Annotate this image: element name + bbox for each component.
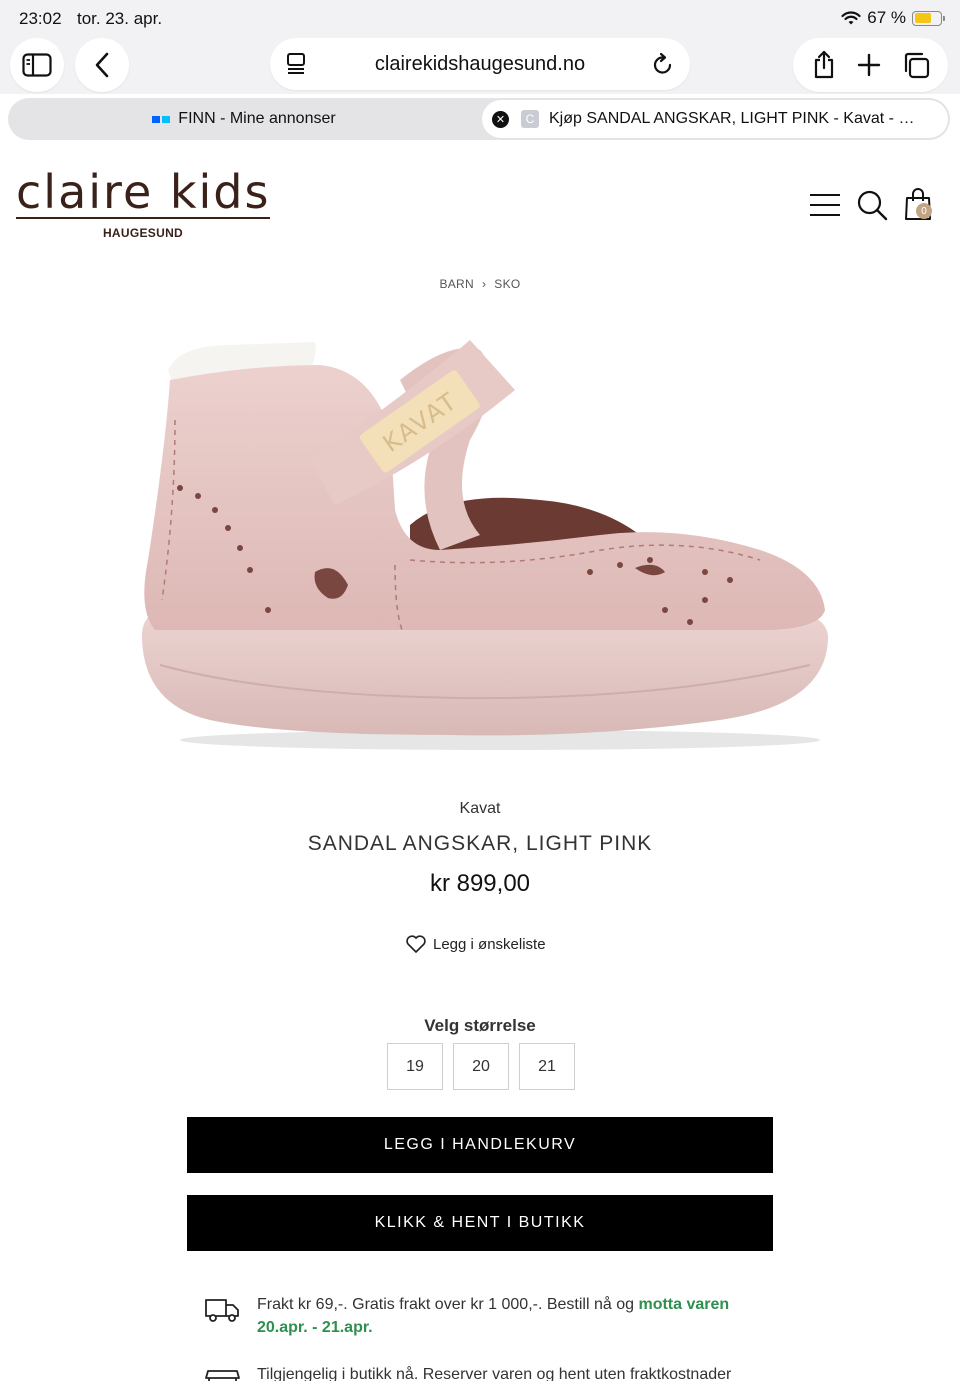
- shipping-date-range: 20.apr. - 21.apr.: [257, 1319, 373, 1336]
- cart-count-badge: 0: [916, 203, 932, 219]
- size-options: 19 20 21: [387, 1043, 575, 1090]
- size-selector-title: Velg størrelse: [424, 1016, 536, 1035]
- status-right: 67 %: [841, 8, 945, 28]
- share-icon[interactable]: [812, 50, 836, 80]
- search-icon[interactable]: [856, 189, 888, 221]
- status-time: 23:02: [19, 9, 62, 28]
- site-favicon-icon: C: [521, 110, 539, 128]
- product-title: SANDAL ANGSKAR, LIGHT PINK: [307, 832, 653, 855]
- new-tab-icon[interactable]: [857, 53, 881, 77]
- battery-percent: 67 %: [867, 8, 906, 27]
- tab-label: Kjøp SANDAL ANGSKAR, LIGHT PINK - Kavat …: [549, 110, 919, 127]
- breadcrumb-item-barn[interactable]: BARN: [439, 277, 474, 291]
- tabs-overview-icon[interactable]: [902, 51, 930, 79]
- finn-favicon-icon: [152, 115, 171, 123]
- logo-sub: HAUGESUND: [102, 225, 184, 240]
- store-availability-text: Tilgjengelig i butikk nå. Reserver varen…: [257, 1366, 732, 1381]
- status-bar: 23:02 tor. 23. apr. 67 %: [0, 0, 960, 36]
- close-icon[interactable]: ✕: [492, 110, 509, 128]
- breadcrumb-separator: ›: [482, 277, 487, 291]
- wishlist-button[interactable]: Legg i ønskeliste: [405, 934, 546, 954]
- site-logo[interactable]: claire kids HAUGESUND: [16, 168, 272, 240]
- tab-finn[interactable]: FINN - Mine annonser: [8, 98, 480, 140]
- battery-icon: [912, 10, 945, 26]
- wifi-icon: [841, 10, 861, 24]
- product-brand[interactable]: Kavat: [0, 800, 960, 818]
- add-to-cart-button[interactable]: LEGG I HANDLEKURV: [187, 1117, 773, 1173]
- back-button[interactable]: [75, 38, 129, 92]
- shipping-info: Frakt kr 69,-. Gratis frakt over kr 1 00…: [204, 1293, 764, 1339]
- sidebar-icon: [22, 53, 52, 77]
- heart-icon: [406, 935, 426, 953]
- size-option-21[interactable]: 21: [519, 1043, 575, 1090]
- tab-active[interactable]: ✕ C Kjøp SANDAL ANGSKAR, LIGHT PINK - Ka…: [482, 100, 948, 138]
- breadcrumb-item-sko[interactable]: SKO: [494, 277, 520, 291]
- shipping-text: Frakt kr 69,-. Gratis frakt over kr 1 00…: [257, 1293, 729, 1339]
- size-option-20[interactable]: 20: [453, 1043, 509, 1090]
- wishlist-label: Legg i ønskeliste: [433, 935, 546, 953]
- shipping-description: Frakt kr 69,-. Gratis frakt over kr 1 00…: [257, 1296, 635, 1313]
- tab-label: FINN - Mine annonser: [178, 110, 336, 127]
- sidebar-toggle-button[interactable]: [10, 38, 64, 92]
- delivery-truck-icon: [205, 1299, 239, 1322]
- breadcrumb: BARN › SKO: [0, 277, 960, 291]
- browser-toolbar: clairekidshaugesund.no: [0, 36, 960, 94]
- hamburger-menu-icon[interactable]: [808, 192, 842, 218]
- click-collect-button[interactable]: KLIKK & HENT I BUTIKK: [187, 1195, 773, 1251]
- chevron-left-icon: [95, 52, 109, 78]
- store-icon: [205, 1370, 240, 1381]
- tab-bar: FINN - Mine annonser ✕ C Kjøp SANDAL ANG…: [8, 98, 950, 140]
- logo-main: claire kids: [16, 165, 271, 219]
- url-text: clairekidshaugesund.no: [374, 53, 586, 75]
- browser-actions: [793, 38, 948, 92]
- shipping-highlight: motta varen: [638, 1296, 730, 1313]
- size-option-19[interactable]: 19: [387, 1043, 443, 1090]
- product-image[interactable]: KAVAT: [120, 310, 840, 760]
- store-availability-info: Tilgjengelig i butikk nå. Reserver varen…: [204, 1363, 764, 1381]
- status-date: tor. 23. apr.: [77, 9, 163, 28]
- reload-icon[interactable]: [652, 52, 674, 76]
- address-bar[interactable]: clairekidshaugesund.no: [270, 38, 690, 90]
- product-price: kr 899,00: [429, 870, 531, 897]
